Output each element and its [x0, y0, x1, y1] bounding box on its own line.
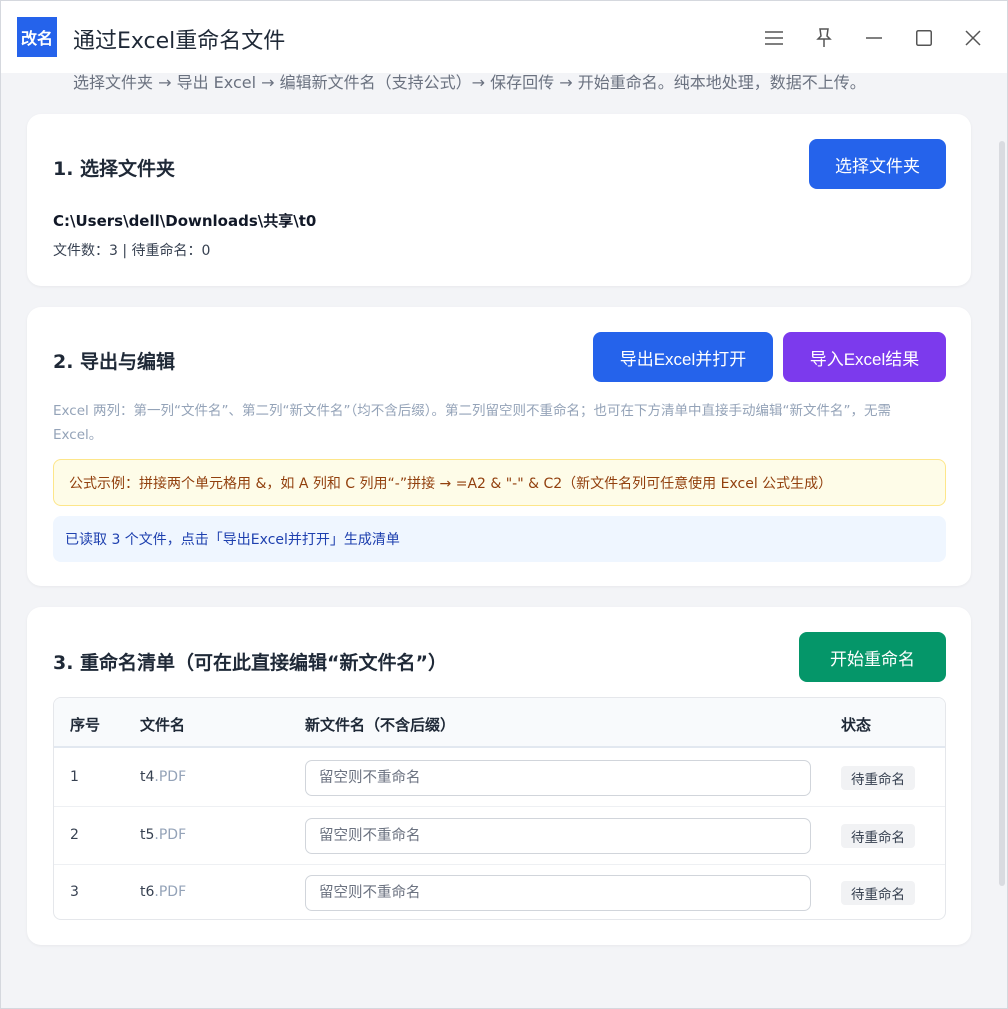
rename-table: 序号 文件名 新文件名（不含后缀） 状态 1 t4.PDF 待重命名 2 t5.…	[53, 697, 946, 920]
formula-tip: 公式示例：拼接两个单元格用 &，如 A 列和 C 列用“-”拼接 → =A2 &…	[53, 459, 946, 506]
export-excel-button[interactable]: 导出Excel并打开	[593, 332, 773, 382]
new-filename-input[interactable]	[305, 818, 811, 854]
column-header-no: 序号	[70, 716, 101, 734]
vertical-scrollbar[interactable]	[999, 141, 1005, 886]
pin-icon[interactable]	[811, 25, 837, 51]
folder-path: C:\Users\dell\Downloads\共享\t0	[53, 212, 317, 230]
file-counts: 文件数：3 | 待重命名：0	[53, 243, 211, 259]
status-info: 已读取 3 个文件，点击「导出Excel并打开」生成清单	[53, 516, 946, 562]
table-row: 2 t5.PDF 待重命名	[54, 807, 945, 865]
file-base-name: t5	[140, 827, 155, 843]
step3-title: 3. 重命名清单（可在此直接编辑“新文件名”）	[53, 652, 448, 674]
step2-title: 2. 导出与编辑	[53, 351, 176, 373]
file-name: t5.PDF	[140, 827, 186, 843]
column-header-filename: 文件名	[140, 716, 186, 734]
row-number: 2	[70, 827, 79, 843]
column-header-status: 状态	[841, 716, 872, 734]
table-header: 序号 文件名 新文件名（不含后缀） 状态	[54, 698, 945, 748]
status-badge: 待重命名	[841, 824, 915, 848]
app-subtitle: 选择文件夹 → 导出 Excel → 编辑新文件名（支持公式）→ 保存回传 → …	[73, 73, 866, 92]
step2-card: 2. 导出与编辑 导出Excel并打开 导入Excel结果 Excel 两列：第…	[27, 307, 971, 586]
table-row: 1 t4.PDF 待重命名	[54, 749, 945, 807]
start-rename-button[interactable]: 开始重命名	[799, 632, 946, 682]
table-row: 3 t6.PDF 待重命名	[54, 864, 945, 919]
status-badge: 待重命名	[841, 766, 915, 790]
step1-title: 1. 选择文件夹	[53, 158, 176, 180]
step3-card: 3. 重命名清单（可在此直接编辑“新文件名”） 开始重命名 序号 文件名 新文件…	[27, 607, 971, 945]
app-window: 改名 通过Excel重命名文件 选择文件夹 → 导出 Excel → 编辑新文件…	[0, 0, 1008, 1009]
minimize-icon[interactable]	[861, 25, 887, 51]
file-extension: .PDF	[154, 884, 187, 900]
excel-help-text: Excel 两列：第一列“文件名”、第二列“新文件名”（均不含后缀）。第二列留空…	[53, 403, 892, 443]
new-filename-input[interactable]	[305, 875, 811, 911]
menu-icon[interactable]	[761, 25, 787, 51]
file-extension: .PDF	[154, 769, 187, 785]
app-title: 通过Excel重命名文件	[73, 29, 286, 54]
column-header-new-filename: 新文件名（不含后缀）	[305, 716, 456, 734]
file-name: t6.PDF	[140, 884, 186, 900]
row-number: 3	[70, 884, 79, 900]
new-filename-input[interactable]	[305, 760, 811, 796]
app-logo: 改名	[17, 17, 57, 57]
title-bar: 改名 通过Excel重命名文件	[1, 1, 1007, 73]
file-base-name: t6	[140, 884, 155, 900]
file-name: t4.PDF	[140, 769, 186, 785]
row-number: 1	[70, 769, 79, 785]
maximize-icon[interactable]	[911, 25, 937, 51]
close-icon[interactable]	[960, 25, 986, 51]
import-excel-button[interactable]: 导入Excel结果	[783, 332, 946, 382]
file-extension: .PDF	[154, 827, 187, 843]
step1-card: 1. 选择文件夹 选择文件夹 C:\Users\dell\Downloads\共…	[27, 114, 971, 286]
status-badge: 待重命名	[841, 881, 915, 905]
select-folder-button[interactable]: 选择文件夹	[809, 139, 946, 189]
file-base-name: t4	[140, 769, 155, 785]
